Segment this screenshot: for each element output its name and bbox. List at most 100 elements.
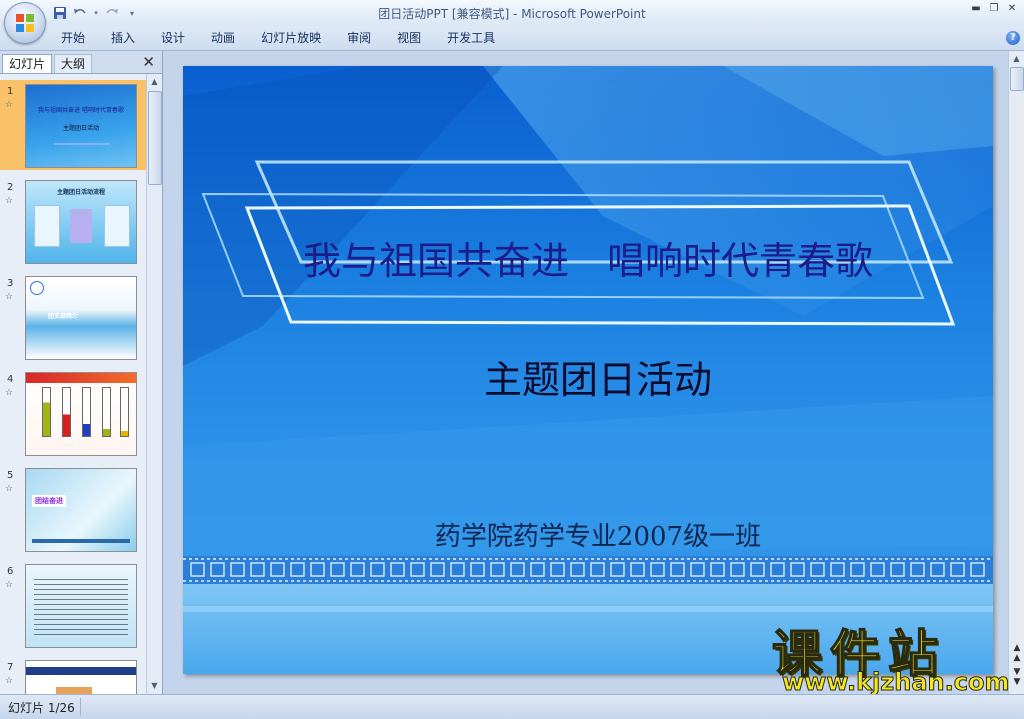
ribbon-tab-bar: 开始 插入 设计 动画 幻灯片放映 审阅 视图 开发工具 ? [0, 26, 1024, 51]
film-square [950, 562, 965, 577]
thumbnail-image: 主题团日活动流程 [25, 180, 137, 264]
thumbnail-number: 4 [7, 374, 14, 385]
window-title: 团日活动PPT [兼容模式] - Microsoft PowerPoint [378, 7, 646, 21]
status-separator [80, 698, 81, 716]
slide-subtitle[interactable]: 主题团日活动 [183, 349, 993, 404]
film-square [830, 562, 845, 577]
film-square [510, 562, 525, 577]
current-slide[interactable]: 我与祖国共奋进 唱响时代青春歌 主题团日活动 药学院药学专业2007级一班 [183, 66, 993, 674]
scroll-up-icon[interactable]: ▲ [1010, 51, 1023, 66]
thumbnail-box [34, 205, 60, 247]
film-square [250, 562, 265, 577]
next-slide-icon[interactable]: ▼ ▼ [1010, 667, 1024, 687]
thumbnail-box [104, 205, 130, 247]
thumbnail-text-block [34, 579, 128, 637]
thumbnail-line [32, 539, 130, 543]
tab-outline[interactable]: 大纲 [54, 54, 93, 73]
slide-thumbnail-5[interactable]: 5 ☆ 团结奋进 [0, 464, 146, 554]
thumbnail-number: 6 [7, 566, 14, 577]
office-button[interactable] [4, 2, 46, 44]
thermometer-bar [120, 387, 129, 437]
thumbnail-box [56, 687, 92, 694]
scroll-down-icon[interactable]: ▼ [148, 678, 161, 693]
tab-slides[interactable]: 幻灯片 [2, 54, 53, 73]
pane-tabs: 幻灯片 大纲 ✕ [0, 51, 162, 74]
film-square [710, 562, 725, 577]
previous-slide-icon[interactable]: ▲ ▲ [1010, 643, 1024, 663]
thermometer-bar [102, 387, 111, 437]
scroll-thumb[interactable] [148, 91, 162, 185]
window-controls: ▬ ❐ ✕ [968, 2, 1020, 16]
ribbon-tab-2[interactable]: 插入 [98, 26, 148, 50]
thumbnail-number: 3 [7, 278, 14, 289]
slides-pane-scrollbar[interactable]: ▲ ▼ [146, 74, 162, 694]
thumbnail-image [25, 660, 137, 694]
thermometer-bar [42, 387, 51, 437]
film-square [190, 562, 205, 577]
film-square [550, 562, 565, 577]
film-square [770, 562, 785, 577]
film-square [470, 562, 485, 577]
film-square [290, 562, 305, 577]
slide-title[interactable]: 我与祖国共奋进 唱响时代青春歌 [183, 230, 993, 285]
film-square [410, 562, 425, 577]
thumbnail-box [70, 209, 92, 243]
thumbnail-image: 团结奋进 [25, 468, 137, 552]
ribbon-tab-5[interactable]: 幻灯片放映 [248, 26, 334, 50]
film-square [210, 562, 225, 577]
film-square [750, 562, 765, 577]
thumbnail-title: 团结奋进 [32, 495, 66, 507]
thermometer-bar [62, 387, 71, 437]
scroll-up-icon[interactable]: ▲ [148, 74, 161, 89]
ribbon-tab-7[interactable]: 视图 [384, 26, 434, 50]
close-icon[interactable]: ✕ [1004, 2, 1020, 16]
film-square [350, 562, 365, 577]
thumbnail-number: 7 [7, 662, 14, 673]
slide-thumbnail-7[interactable]: 7 ☆ [0, 656, 146, 694]
animation-star-icon: ☆ [5, 196, 14, 206]
slide-area-scrollbar[interactable]: ▲ ▲ ▲ ▼ ▼ [1008, 51, 1024, 694]
help-icon[interactable]: ? [1006, 31, 1020, 45]
slide-thumbnail-6[interactable]: 6 ☆ [0, 560, 146, 650]
slides-pane: 幻灯片 大纲 ✕ 1 ☆ 我与祖国共奋进 唱响时代青春歌 主题团日活动 2 ☆ … [0, 51, 163, 694]
film-square [570, 562, 585, 577]
film-square [450, 562, 465, 577]
film-square [850, 562, 865, 577]
ribbon-tab-6[interactable]: 审阅 [334, 26, 384, 50]
film-square [430, 562, 445, 577]
slide-thumbnail-4[interactable]: 4 ☆ [0, 368, 146, 458]
thumbnail-header [26, 373, 136, 383]
film-square [970, 562, 985, 577]
thumbnail-number: 1 [7, 86, 14, 97]
film-square [730, 562, 745, 577]
film-square [810, 562, 825, 577]
ribbon-tab-1[interactable]: 开始 [48, 26, 98, 50]
scroll-thumb[interactable] [1010, 67, 1024, 91]
film-square [530, 562, 545, 577]
title-bar: ▾ ▾ 团日活动PPT [兼容模式] - Microsoft PowerPoin… [0, 0, 1024, 27]
film-square [310, 562, 325, 577]
slide-thumbnail-3[interactable]: 3 ☆ 团支部简介 [0, 272, 146, 362]
ribbon-tab-3[interactable]: 设计 [148, 26, 198, 50]
minimize-icon[interactable]: ▬ [968, 2, 984, 16]
animation-star-icon: ☆ [5, 292, 14, 302]
animation-star-icon: ☆ [5, 100, 14, 110]
slide-thumbnail-1[interactable]: 1 ☆ 我与祖国共奋进 唱响时代青春歌 主题团日活动 [0, 80, 146, 170]
slide-class-line[interactable]: 药学院药学专业2007级一班 [183, 516, 993, 553]
film-square [270, 562, 285, 577]
thumbnail-number: 2 [7, 182, 14, 193]
ribbon-tab-4[interactable]: 动画 [198, 26, 248, 50]
watermark-url: www.kjzhan.com [781, 668, 1010, 697]
film-square [390, 562, 405, 577]
restore-icon[interactable]: ❐ [986, 2, 1002, 16]
thermometer-bar [82, 387, 91, 437]
film-square [230, 562, 245, 577]
close-pane-icon[interactable]: ✕ [142, 53, 155, 71]
animation-star-icon: ☆ [5, 484, 14, 494]
film-square [670, 562, 685, 577]
thumbnail-image: 团支部简介 [25, 276, 137, 360]
thumbnail-subtitle: 主题团日活动 [62, 125, 99, 132]
film-square [930, 562, 945, 577]
ribbon-tab-8[interactable]: 开发工具 [434, 26, 508, 50]
slide-thumbnail-2[interactable]: 2 ☆ 主题团日活动流程 [0, 176, 146, 266]
